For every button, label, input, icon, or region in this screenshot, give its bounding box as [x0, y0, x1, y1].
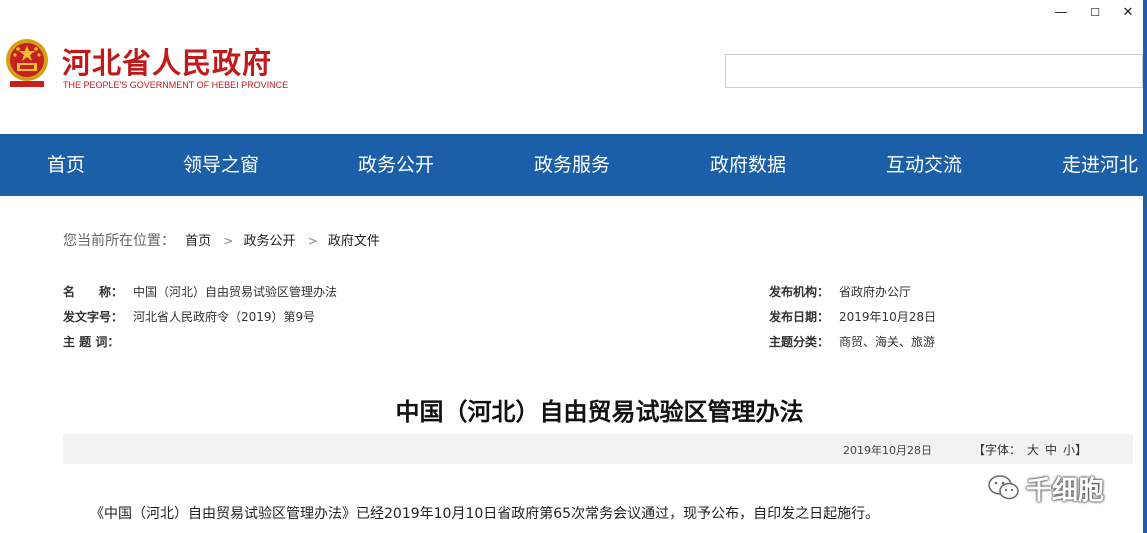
national-emblem-icon: [6, 39, 48, 87]
nav-item-home[interactable]: 首页: [47, 134, 85, 196]
window-edge: [1143, 0, 1147, 533]
font-size-medium[interactable]: 中: [1045, 443, 1057, 457]
search-input[interactable]: [725, 54, 1143, 88]
meta-date-label: 发布日期：: [769, 310, 830, 324]
breadcrumb-separator: >: [307, 234, 318, 248]
article-info-bar: 2019年10月28日 【字体： 大中小】: [63, 434, 1133, 464]
font-size-small[interactable]: 小: [1063, 443, 1075, 457]
site-subtitle: THE PEOPLE'S GOVERNMENT OF HEBEI PROVINC…: [63, 80, 289, 90]
close-button[interactable]: ✕: [1113, 3, 1143, 23]
breadcrumb-item-gov-affairs[interactable]: 政务公开: [244, 234, 296, 249]
meta-docno-label: 发文字号：: [63, 310, 124, 324]
breadcrumb-item-home[interactable]: 首页: [185, 234, 211, 249]
nav-item-data[interactable]: 政府数据: [710, 134, 786, 196]
window-titlebar: — ☐ ✕: [0, 0, 1147, 26]
watermark-text: 千细胞: [1026, 476, 1105, 506]
site-header: 河北省人民政府 THE PEOPLE'S GOVERNMENT OF HEBEI…: [0, 26, 1143, 134]
minimize-button[interactable]: —: [1046, 3, 1076, 23]
meta-name-value: 中国（河北）自由贸易试验区管理办法: [133, 285, 338, 299]
breadcrumb: 您当前所在位置： 首页 > 政务公开 > 政府文件: [63, 230, 380, 250]
maximize-button[interactable]: ☐: [1080, 3, 1110, 23]
meta-name-label: 名 称：: [63, 285, 124, 299]
nav-item-services[interactable]: 政务服务: [534, 134, 610, 196]
article-paragraph: 《中国（河北）自由贸易试验区管理办法》已经2019年10月10日省政府第65次常…: [90, 506, 880, 522]
article-date: 2019年10月28日: [843, 444, 932, 457]
breadcrumb-separator: >: [223, 234, 234, 248]
meta-category-label: 主题分类：: [769, 335, 830, 349]
breadcrumb-item-gov-docs[interactable]: 政府文件: [328, 234, 380, 249]
site-title[interactable]: 河北省人民政府: [62, 40, 272, 82]
meta-date-value: 2019年10月28日: [839, 310, 937, 324]
main-nav: 首页 领导之窗 政务公开 政务服务 政府数据 互动交流 走进河北: [0, 134, 1143, 196]
font-size-close: 】: [1075, 443, 1088, 457]
article-title: 中国（河北）自由贸易试验区管理办法: [395, 397, 804, 426]
meta-docno-value: 河北省人民政府令（2019）第9号: [133, 310, 316, 324]
font-size-label: 【字体：: [973, 443, 1022, 457]
meta-category-value: 商贸、海关、旅游: [839, 335, 936, 349]
nav-item-about-hebei[interactable]: 走进河北: [1062, 134, 1138, 196]
meta-publisher-value: 省政府办公厅: [839, 285, 912, 299]
nav-item-interaction[interactable]: 互动交流: [886, 134, 962, 196]
nav-item-leaders[interactable]: 领导之窗: [183, 134, 259, 196]
breadcrumb-label: 您当前所在位置：: [63, 233, 175, 249]
wechat-icon: [988, 475, 1019, 500]
font-size-switcher: 【字体： 大中小】: [973, 441, 1087, 458]
nav-item-gov-affairs[interactable]: 政务公开: [358, 134, 434, 196]
meta-keywords-label: 主 题 词：: [63, 335, 120, 349]
meta-publisher-label: 发布机构：: [769, 285, 830, 299]
font-size-large[interactable]: 大: [1027, 443, 1039, 457]
